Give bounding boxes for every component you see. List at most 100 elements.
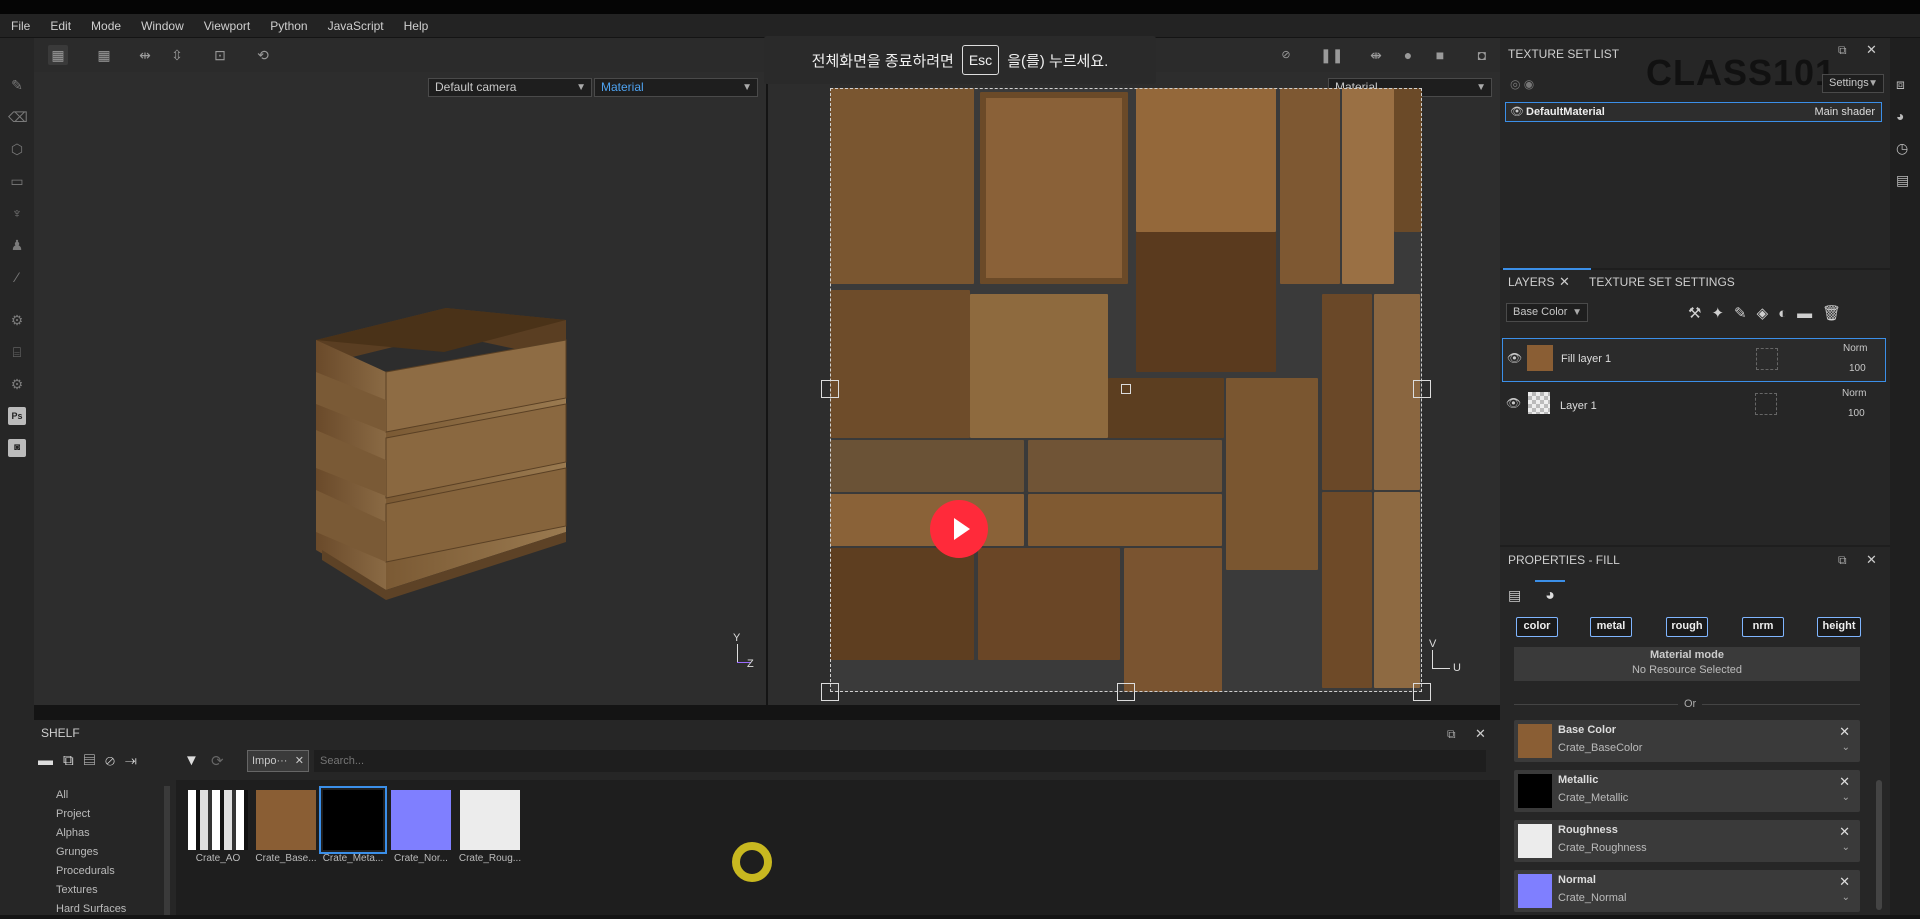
close-icon[interactable]: ✕ [1839, 824, 1850, 840]
filter-icon[interactable]: ▼ [184, 752, 199, 769]
plugin-icon[interactable]: ⚙ [8, 375, 26, 393]
chip-height[interactable]: height [1817, 617, 1861, 637]
bake-settings-icon[interactable]: ⚙ [8, 311, 26, 329]
blend-mode[interactable]: Norm [1842, 388, 1866, 399]
color-picker-icon[interactable]: ⁄ [8, 268, 26, 286]
base-color-slot[interactable]: Base Color Crate_BaseColor ✕ ⌄ [1514, 720, 1860, 762]
texture-set-item[interactable]: 👁 DefaultMaterial Main shader [1505, 102, 1882, 122]
shader-settings-icon[interactable]: ◕ [1896, 108, 1914, 126]
camera-icon[interactable]: ■ [1430, 45, 1450, 65]
export-icon[interactable]: ⌸ [8, 343, 26, 361]
eye-icon[interactable]: 👁 [1506, 396, 1521, 410]
hide-icon[interactable]: ⊘ [1276, 45, 1296, 65]
layer-mask-slot[interactable] [1755, 393, 1777, 415]
screenshot-icon[interactable]: ◘ [1472, 45, 1492, 65]
history-icon[interactable]: ◷ [1896, 140, 1914, 158]
camera-select[interactable]: Default camera ▼ [428, 78, 592, 97]
refresh-icon[interactable]: ⟳ [211, 752, 224, 770]
clone-stamp-icon[interactable]: ♟ [8, 236, 26, 254]
normal-swatch[interactable] [1518, 874, 1552, 908]
pivot-handle[interactable] [1121, 384, 1131, 394]
fit-view-icon[interactable]: ⊡ [210, 45, 230, 65]
layer-mask-slot[interactable] [1756, 348, 1778, 370]
layer-tool-icons[interactable]: ⚒✦✎◈◐▬🗑 [1688, 304, 1851, 322]
close-tab-icon[interactable]: ✕ [1559, 274, 1570, 290]
normal-slot[interactable]: Normal Crate_Normal ✕ ⌄ [1514, 870, 1860, 912]
paint-brush-icon[interactable]: ✎ [8, 76, 26, 94]
layer-channel-select[interactable]: Base Color ▼ [1506, 303, 1588, 322]
chevron-down-icon[interactable]: ⌄ [1842, 792, 1850, 803]
tab-layers[interactable]: LAYERS [1508, 269, 1554, 295]
grid-view-icon[interactable]: ▦ [48, 45, 68, 65]
metallic-swatch[interactable] [1518, 774, 1552, 808]
close-icon[interactable]: ✕ [1866, 42, 1877, 58]
photoshop-icon[interactable]: Ps [8, 407, 26, 425]
filter-tag[interactable]: Impo··· ✕ [247, 750, 309, 772]
transform-handle[interactable] [821, 380, 839, 398]
chevron-down-icon[interactable]: ⌄ [1842, 742, 1850, 753]
polygon-fill-icon[interactable]: ▭ [8, 172, 26, 190]
chip-color[interactable]: color [1516, 617, 1558, 637]
display-settings-icon[interactable]: ⧈ [1896, 76, 1914, 94]
roughness-slot[interactable]: Roughness Crate_Roughness ✕ ⌄ [1514, 820, 1860, 862]
viewport-2d[interactable]: Material ▼ V U [768, 72, 1500, 705]
resources-icon[interactable]: ◙ [8, 439, 26, 457]
category-scrollbar[interactable] [164, 786, 170, 915]
smudge-icon[interactable]: ♆ [8, 204, 26, 222]
menu-edit[interactable]: Edit [50, 19, 71, 33]
category-all[interactable]: All [34, 786, 174, 805]
projection-icon[interactable]: ⬡ [8, 140, 26, 158]
chevron-down-icon[interactable]: ⌄ [1842, 842, 1850, 853]
base-color-swatch[interactable] [1518, 724, 1552, 758]
search-input[interactable] [314, 750, 1486, 772]
category-alphas[interactable]: Alphas [34, 824, 174, 843]
menu-help[interactable]: Help [404, 19, 429, 33]
undock-icon[interactable]: ⧉ [1838, 43, 1847, 58]
channel-select-3d[interactable]: Material ▼ [594, 78, 758, 97]
layer-opacity[interactable]: 100 [1848, 408, 1865, 419]
transform-handle[interactable] [1117, 683, 1135, 701]
transform-handle[interactable] [821, 683, 839, 701]
category-hard-surfaces[interactable]: Hard Surfaces [34, 900, 174, 919]
thumb-ao[interactable] [188, 790, 248, 850]
chip-nrm[interactable]: nrm [1742, 617, 1784, 637]
layout-grid-icon[interactable]: ▦ [94, 45, 114, 65]
close-icon[interactable]: ✕ [1839, 874, 1850, 890]
layer-opacity[interactable]: 100 [1849, 363, 1866, 374]
fill-properties-icon[interactable]: ▤ [1508, 587, 1526, 605]
menu-file[interactable]: File [11, 19, 30, 33]
eye-icon[interactable]: 👁 [1507, 351, 1522, 365]
metallic-slot[interactable]: Metallic Crate_Metallic ✕ ⌄ [1514, 770, 1860, 812]
thumb-metallic[interactable] [319, 786, 387, 854]
category-project[interactable]: Project [34, 805, 174, 824]
play-button[interactable] [930, 500, 988, 558]
close-icon[interactable]: ✕ [295, 751, 304, 771]
category-textures[interactable]: Textures [34, 881, 174, 900]
close-icon[interactable]: ✕ [1866, 552, 1877, 568]
thumb-basecolor[interactable] [256, 790, 316, 850]
chevron-down-icon[interactable]: ⌄ [1842, 892, 1850, 903]
close-icon[interactable]: ✕ [1839, 774, 1850, 790]
eraser-icon[interactable]: ⌫ [8, 108, 28, 126]
chip-rough[interactable]: rough [1666, 617, 1708, 637]
symmetry-icon[interactable]: ⇹ [135, 45, 155, 65]
settings-select[interactable]: Settings ▼ [1822, 74, 1884, 93]
menu-javascript[interactable]: JavaScript [328, 19, 384, 33]
environment-icon[interactable]: ● [1398, 45, 1418, 65]
roughness-swatch[interactable] [1518, 824, 1552, 858]
pause-icon[interactable]: ❚❚ [1320, 45, 1343, 65]
chip-metal[interactable]: metal [1590, 617, 1632, 637]
viewport-3d[interactable]: Default camera ▼ Material ▼ Y Z [34, 72, 766, 705]
tab-texture-set-settings[interactable]: TEXTURE SET SETTINGS [1589, 269, 1735, 295]
menu-window[interactable]: Window [141, 19, 184, 33]
menu-python[interactable]: Python [270, 19, 307, 33]
log-icon[interactable]: ▤ [1896, 172, 1914, 190]
undock-icon[interactable]: ⧉ [1838, 553, 1847, 568]
view-mode-icon[interactable]: ⇼ [1366, 45, 1386, 65]
layer-row-fill[interactable]: 👁 Fill layer 1 Norm 100 [1502, 338, 1886, 382]
close-icon[interactable]: ✕ [1839, 724, 1850, 740]
shelf-tool-icons[interactable]: ▬⧉▤⊘⇥ [38, 752, 147, 769]
thumb-normal[interactable] [391, 790, 451, 850]
material-tab-icon[interactable]: ◕ [1535, 580, 1565, 610]
visibility-icon[interactable]: ◎ ◉ [1510, 77, 1534, 91]
